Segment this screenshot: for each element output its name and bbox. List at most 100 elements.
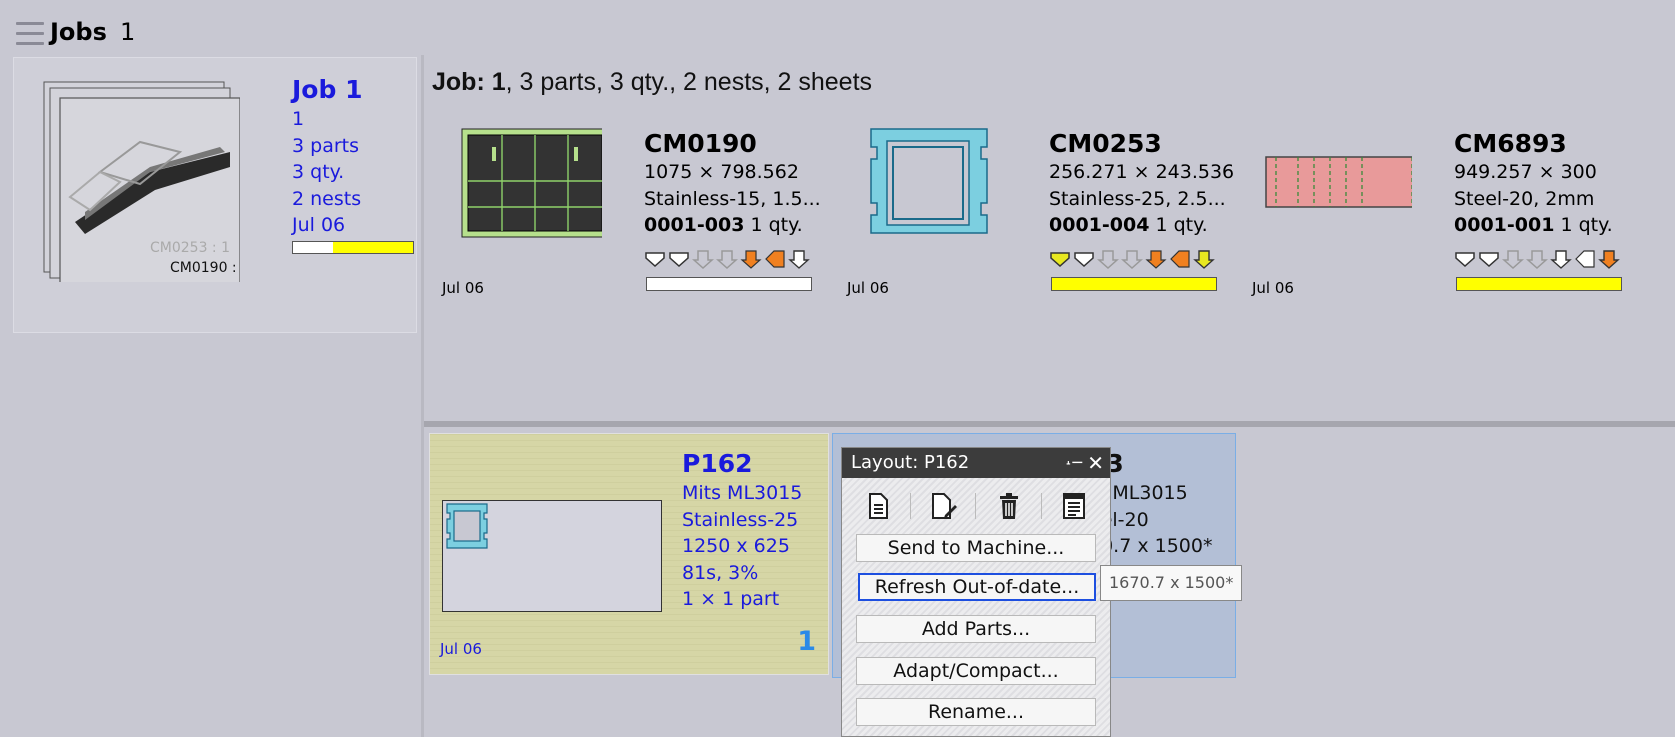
toolbar-separator [1041, 493, 1043, 519]
job-qty: 3 qty. [292, 161, 345, 183]
flag-outline-icon [1479, 252, 1499, 268]
job-info: Job 1 1 3 parts 3 qty. 2 nests Jul 06 [292, 74, 362, 239]
rename-button[interactable]: Rename... [856, 698, 1096, 726]
nest-info: P162 Mits ML3015 Stainless-25 1250 x 625… [682, 448, 802, 613]
part-material: Stainless-25, 2.5... [1049, 187, 1226, 210]
job-summary: Job: 1, 3 parts, 3 qty., 2 nests, 2 shee… [432, 68, 872, 97]
horizontal-divider[interactable] [424, 421, 1675, 427]
done-yellow-icon [1193, 250, 1215, 269]
part-material: Stainless-15, 1.5... [644, 187, 821, 210]
report-icon[interactable] [1059, 491, 1089, 521]
document-icon[interactable] [863, 491, 893, 521]
nest-date: Jul 06 [440, 640, 482, 658]
nest-sheet-count: 1 [797, 626, 816, 657]
popup-title-bar[interactable]: Layout: P162 ˔─ ✕ [842, 448, 1110, 478]
part-code: 0001-001 [1454, 214, 1555, 236]
cut-orange-icon [1145, 250, 1167, 269]
cut-outline-icon [1550, 250, 1572, 269]
part-qty: 1 qty. [1560, 214, 1613, 236]
layout-popup[interactable]: Layout: P162 ˔─ ✕ Send to Machine... Ref… [841, 447, 1111, 737]
nest-parts: 1 × 1 part [682, 588, 780, 610]
part-qty: 1 qty. [750, 214, 803, 236]
job-progress-bar [292, 241, 414, 254]
job-thumb-label-1: CM0253 : 1 [150, 240, 230, 256]
popup-title-label: Layout: [851, 452, 919, 473]
part-info: CM0253 256.271 × 243.536 Stainless-25, 2… [1049, 129, 1234, 239]
jobs-count: 1 [120, 18, 136, 46]
job-thumb-label-2: CM0190 : 1 [170, 260, 240, 276]
pin-icon[interactable]: ˔─ [1064, 448, 1082, 478]
part-thumbnail [870, 128, 988, 234]
part-thumbnail [1265, 156, 1412, 208]
edit-document-icon[interactable] [928, 491, 958, 521]
part-name: CM0190 [644, 129, 757, 158]
part-name: CM6893 [1454, 129, 1567, 158]
part-status-icons [644, 248, 810, 270]
adapt-compact-button[interactable]: Adapt/Compact... [856, 657, 1096, 685]
job-nests: 2 nests [292, 187, 362, 210]
part-card[interactable]: CM6893 949.257 × 300 Steel-20, 2mm 0001-… [1242, 125, 1642, 300]
nest-thumbnail [442, 500, 662, 612]
part-card[interactable]: CM0253 256.271 × 243.536 Stainless-25, 2… [837, 125, 1237, 300]
part-progress-bar [1051, 277, 1217, 291]
part-date: Jul 06 [847, 279, 889, 297]
part-dims: 1075 × 798.562 [644, 161, 799, 183]
nest-machine: Mits ML3015 [682, 482, 803, 504]
job-title[interactable]: Job 1 [292, 74, 362, 106]
job-card[interactable]: CM0253 : 1 CM0190 : 1 Job 1 1 3 parts 3 … [13, 57, 417, 333]
job-summary-text: , 3 parts, 3 qty., 2 nests, 2 sheets [505, 68, 873, 96]
part-qty: 1 qty. [1155, 214, 1208, 236]
cut-orange-icon [740, 250, 762, 269]
part-info: CM6893 949.257 × 300 Steel-20, 2mm 0001-… [1454, 129, 1613, 239]
done-orange-icon [1598, 250, 1620, 269]
part-thumbnail [461, 128, 602, 238]
cut-grey-icon [1121, 250, 1143, 270]
part-dims: 949.257 × 300 [1454, 161, 1597, 183]
job-summary-number: 1 [491, 68, 506, 96]
tooltip: 1670.7 x 1500* [1100, 565, 1243, 601]
flag-outline-icon [1455, 252, 1475, 268]
part-date: Jul 06 [1252, 279, 1294, 297]
nest-card[interactable]: P162 Mits ML3015 Stainless-25 1250 x 625… [429, 433, 829, 675]
flag-outline-icon [1074, 252, 1094, 268]
bend-outline-icon [1575, 250, 1595, 268]
part-info: CM0190 1075 × 798.562 Stainless-15, 1.5.… [644, 129, 821, 239]
part-progress-bar [646, 277, 812, 291]
part-progress-bar [1456, 277, 1622, 291]
part-status-icons [1454, 248, 1620, 270]
cut-grey-icon [1502, 250, 1524, 270]
job-parts: 3 parts [292, 134, 359, 157]
toolbar-separator [909, 493, 911, 519]
add-parts-button[interactable]: Add Parts... [856, 615, 1096, 643]
close-icon[interactable]: ✕ [1087, 448, 1104, 478]
toolbar-separator [975, 493, 977, 519]
job-date: Jul 06 [292, 214, 346, 236]
done-outline-icon [788, 250, 810, 269]
cut-grey-icon [1097, 250, 1119, 270]
flag-yellow-icon [1050, 252, 1070, 268]
nest-size: 1250 x 625 [682, 535, 790, 557]
part-code: 0001-003 [644, 214, 745, 236]
cut-grey-icon [692, 250, 714, 270]
part-material: Steel-20, 2mm [1454, 187, 1595, 210]
flag-outline-icon [669, 252, 689, 268]
part-date: Jul 06 [442, 279, 484, 297]
job-thumbnail: CM0253 : 1 CM0190 : 1 [43, 81, 240, 282]
bend-orange-icon [765, 250, 785, 268]
popup-toolbar [854, 486, 1098, 526]
job-number: 1 [292, 108, 305, 130]
trash-icon[interactable] [994, 491, 1024, 521]
menu-icon[interactable] [16, 22, 44, 45]
vertical-divider[interactable] [421, 55, 424, 737]
part-status-icons [1049, 248, 1215, 270]
nest-stats: 81s, 3% [682, 561, 759, 584]
part-card[interactable]: CM0190 1075 × 798.562 Stainless-15, 1.5.… [432, 125, 832, 300]
popup-title-value: P162 [924, 452, 970, 473]
refresh-out-of-date-button[interactable]: Refresh Out-of-date... [858, 573, 1096, 601]
page-title: Jobs [50, 18, 107, 46]
bend-orange-icon [1170, 250, 1190, 268]
send-to-machine-button[interactable]: Send to Machine... [856, 534, 1096, 562]
nest-name[interactable]: P162 [682, 448, 802, 480]
flag-outline-icon [645, 252, 665, 268]
cut-grey-icon [1526, 250, 1548, 270]
